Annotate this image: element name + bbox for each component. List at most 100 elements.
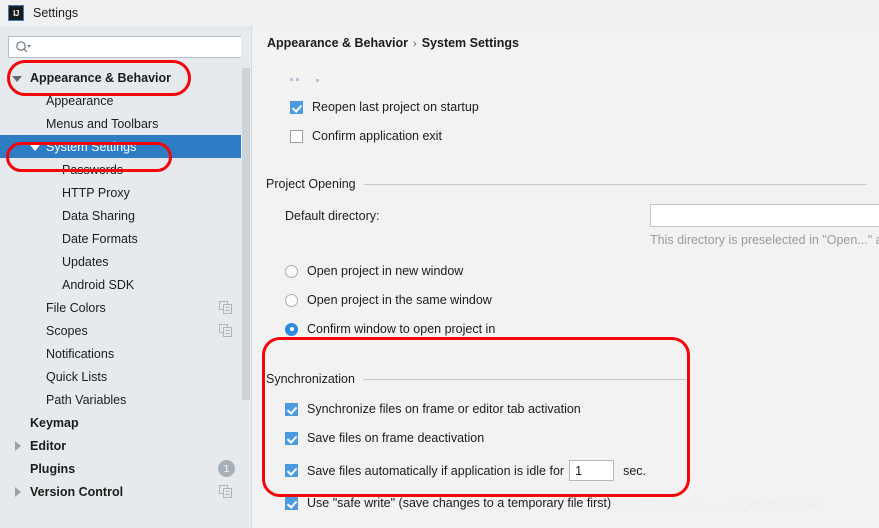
checkbox-confirm-app-exit[interactable]	[290, 129, 303, 143]
sidebar-item-http-proxy[interactable]: HTTP Proxy	[0, 181, 251, 204]
checkbox-label-save-files-on-deactivation: Save files on frame deactivation	[307, 431, 485, 445]
sidebar-item-notifications[interactable]: Notifications	[0, 342, 251, 365]
checkbox-use-safe-write[interactable]	[285, 496, 298, 510]
group-header-project-opening: Project Opening	[266, 177, 866, 191]
search-input[interactable]	[8, 36, 243, 58]
sidebar-item-system-settings[interactable]: System Settings	[0, 135, 251, 158]
clipped-row-artifact	[290, 78, 490, 82]
group-title-synchronization: Synchronization	[266, 372, 355, 386]
breadcrumb: Appearance & Behavior › System Settings	[267, 36, 519, 50]
sidebar-item-label: Plugins	[30, 461, 76, 476]
sidebar-item-quick-lists[interactable]: Quick Lists	[0, 365, 251, 388]
group-title-project-opening: Project Opening	[266, 177, 356, 191]
group-divider-line	[363, 183, 866, 185]
checkbox-row-safe-write[interactable]: Use "safe write" (save changes to a temp…	[285, 496, 611, 510]
sidebar-item-label: Version Control	[30, 484, 124, 499]
watermark-text: https://blog.csdn.net/Qd046954048	[613, 498, 826, 513]
breadcrumb-current: System Settings	[421, 36, 519, 50]
checkbox-sync-files-on-activation[interactable]	[285, 402, 298, 416]
settings-sidebar: Appearance & Behavior Appearance Menus and…	[0, 26, 251, 528]
sidebar-item-label: System Settings	[46, 139, 137, 154]
radio-label-open-project-same-window: Open project in the same window	[307, 293, 492, 307]
sidebar-item-label: Data Sharing	[62, 208, 135, 223]
sidebar-item-updates[interactable]: Updates	[0, 250, 251, 273]
sidebar-item-scopes[interactable]: Scopes	[0, 319, 251, 342]
checkbox-row-reopen-last-project[interactable]: Reopen last project on startup	[290, 100, 479, 114]
window-title: Settings	[33, 6, 79, 20]
sidebar-item-label: Date Formats	[62, 231, 138, 246]
checkbox-row-idle-save[interactable]: Save files automatically if application …	[285, 460, 646, 481]
sidebar-item-passwords[interactable]: Passwords	[0, 158, 251, 181]
breadcrumb-parent[interactable]: Appearance & Behavior	[267, 36, 408, 50]
group-divider-line	[362, 378, 686, 380]
sidebar-item-label: HTTP Proxy	[62, 185, 130, 200]
checkbox-label-confirm-app-exit: Confirm application exit	[312, 129, 442, 143]
sidebar-item-data-sharing[interactable]: Data Sharing	[0, 204, 251, 227]
copy-icon[interactable]	[219, 324, 232, 337]
sidebar-item-label: Editor	[30, 438, 67, 453]
checkbox-label-reopen-last-project: Reopen last project on startup	[312, 100, 479, 114]
checkbox-save-files-on-deactivation[interactable]	[285, 431, 298, 445]
checkbox-reopen-last-project[interactable]	[290, 100, 303, 114]
sidebar-item-android-sdk[interactable]: Android SDK	[0, 273, 251, 296]
checkbox-label-sync-files-on-activation: Synchronize files on frame or editor tab…	[307, 402, 581, 416]
sidebar-item-appearance[interactable]: Appearance	[0, 89, 251, 112]
sidebar-item-label: Menus and Toolbars	[46, 116, 159, 131]
group-project-opening: Project Opening	[266, 177, 866, 191]
sidebar-item-plugins[interactable]: Plugins 1	[0, 457, 251, 480]
default-directory-field-wrapper	[650, 204, 879, 227]
sidebar-item-version-control[interactable]: Version Control	[0, 480, 251, 503]
radio-label-open-project-new-window: Open project in new window	[307, 264, 464, 278]
sidebar-item-label: Keymap	[30, 415, 79, 430]
checkbox-save-files-when-idle[interactable]	[285, 464, 298, 477]
sidebar-item-label: Android SDK	[62, 277, 135, 292]
sidebar-item-label: Quick Lists	[46, 369, 108, 384]
radio-row-open-new-window[interactable]: Open project in new window	[285, 264, 463, 278]
radio-label-confirm-window-to-open: Confirm window to open project in	[307, 322, 496, 336]
chevron-right-icon[interactable]	[15, 440, 21, 451]
copy-icon[interactable]	[219, 301, 232, 314]
sidebar-item-label: File Colors	[46, 300, 106, 315]
sidebar-item-date-formats[interactable]: Date Formats	[0, 227, 251, 250]
sidebar-item-editor[interactable]: Editor	[0, 434, 251, 457]
sidebar-item-file-colors[interactable]: File Colors	[0, 296, 251, 319]
sidebar-scrollbar-thumb[interactable]	[242, 68, 250, 400]
checkbox-row-save-on-deactivation[interactable]: Save files on frame deactivation	[285, 431, 484, 445]
sidebar-item-badge: 1	[218, 460, 235, 477]
radio-open-project-same-window[interactable]	[285, 293, 298, 307]
copy-icon[interactable]	[219, 485, 232, 498]
group-synchronization: Synchronization	[266, 372, 686, 386]
idle-seconds-input[interactable]	[569, 460, 615, 481]
chevron-down-icon[interactable]	[30, 144, 40, 151]
sidebar-item-path-variables[interactable]: Path Variables	[0, 388, 251, 411]
search-field-wrapper	[8, 36, 243, 58]
sidebar-item-label: Appearance	[46, 93, 114, 108]
settings-content-panel: Appearance & Behavior › System Settings Re…	[252, 26, 879, 528]
window-titlebar: IJ Settings	[0, 0, 879, 26]
checkbox-row-sync-files[interactable]: Synchronize files on frame or editor tab…	[285, 402, 581, 416]
checkbox-label-save-files-when-idle: Save files automatically if application …	[307, 463, 565, 478]
radio-open-project-new-window[interactable]	[285, 264, 298, 278]
sidebar-item-appearance-behavior[interactable]: Appearance & Behavior	[0, 66, 251, 89]
sidebar-item-label: Path Variables	[46, 392, 127, 407]
hint-default-directory: This directory is preselected in "Open..…	[650, 233, 879, 247]
sidebar-item-menus-and-toolbars[interactable]: Menus and Toolbars	[0, 112, 251, 135]
sidebar-item-label: Notifications	[46, 346, 115, 361]
sidebar-item-keymap[interactable]: Keymap	[0, 411, 251, 434]
breadcrumb-separator-icon: ›	[413, 38, 417, 50]
intellij-idea-icon: IJ	[8, 5, 24, 21]
chevron-right-icon[interactable]	[15, 486, 21, 497]
settings-tree[interactable]: Appearance & Behavior Appearance Menus and…	[0, 66, 251, 528]
label-default-directory: Default directory:	[285, 209, 380, 223]
radio-row-confirm-window[interactable]: Confirm window to open project in	[285, 322, 495, 336]
sidebar-item-label: Scopes	[46, 323, 88, 338]
radio-confirm-window-to-open[interactable]	[285, 322, 298, 336]
chevron-down-icon[interactable]	[12, 75, 22, 82]
sidebar-item-label: Updates	[62, 254, 109, 269]
sidebar-item-label: Appearance & Behavior	[30, 70, 172, 85]
radio-row-open-same-window[interactable]: Open project in the same window	[285, 293, 492, 307]
default-directory-input[interactable]	[651, 205, 879, 226]
sidebar-item-label: Passwords	[62, 162, 124, 177]
group-header-synchronization: Synchronization	[266, 372, 686, 386]
checkbox-row-confirm-app-exit[interactable]: Confirm application exit	[290, 129, 442, 143]
